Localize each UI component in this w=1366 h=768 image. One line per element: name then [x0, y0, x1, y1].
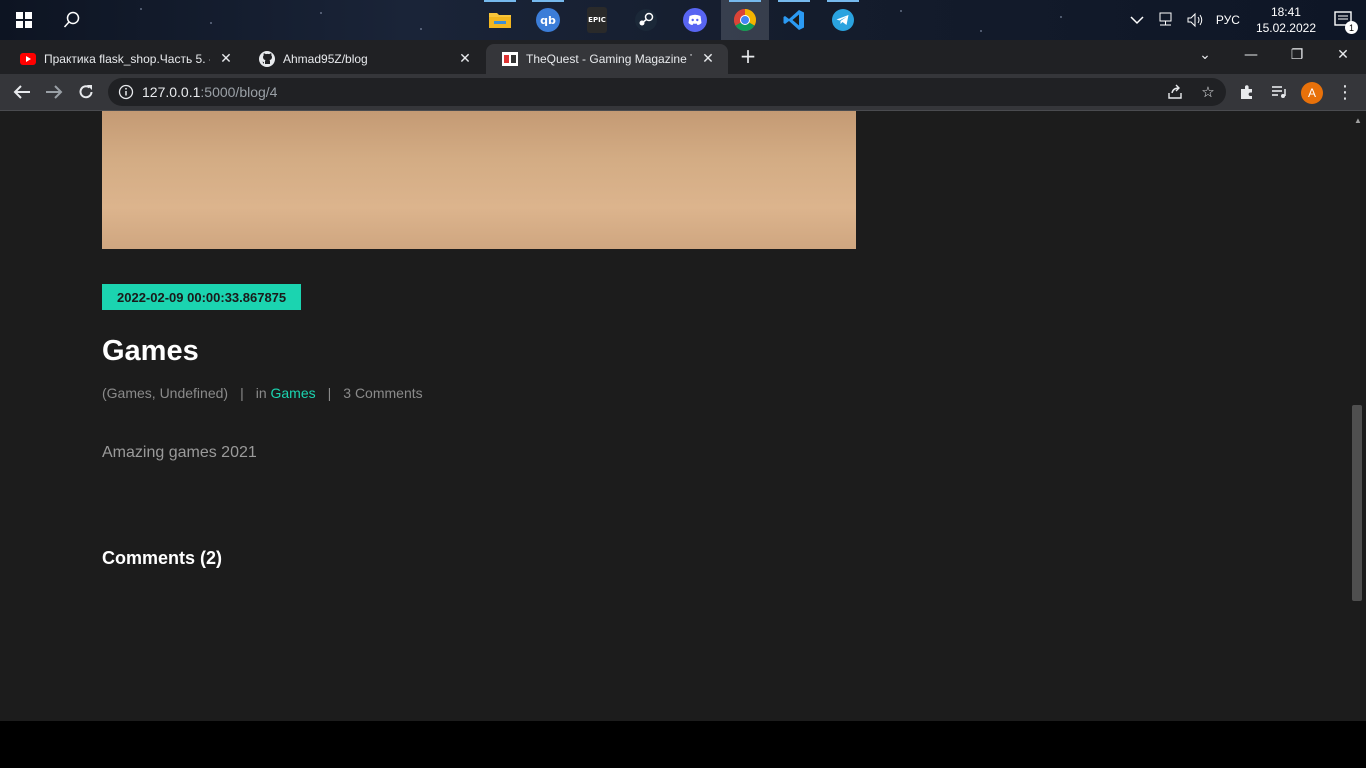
share-icon[interactable]: [1160, 78, 1190, 106]
system-tray: РУС 18:41 15.02.2022 1: [1124, 0, 1366, 40]
star-decoration: [420, 28, 422, 30]
star-decoration: [140, 8, 142, 10]
youtube-icon: [20, 51, 36, 67]
tray-clock[interactable]: 18:41 15.02.2022: [1246, 4, 1326, 36]
qbittorrent-icon: qb: [536, 8, 560, 32]
telegram-icon: [832, 9, 854, 31]
post-meta: (Games, Undefined) | in Games | 3 Commen…: [102, 385, 423, 401]
profile-avatar[interactable]: A: [1301, 82, 1323, 104]
discord-icon: [683, 8, 707, 32]
meta-separator: |: [327, 385, 332, 401]
kebab-menu-icon[interactable]: ⋮: [1331, 78, 1359, 106]
tab-github[interactable]: Ahmad95Z/blog ✕: [243, 44, 485, 74]
taskbar-telegram[interactable]: [819, 0, 867, 40]
taskbar-file-explorer[interactable]: [476, 0, 524, 40]
reload-button[interactable]: [72, 78, 100, 106]
reload-icon: [79, 85, 93, 99]
minimize-button[interactable]: —: [1228, 40, 1274, 70]
github-icon: [259, 51, 275, 67]
taskbar-qbittorrent[interactable]: qb: [524, 0, 572, 40]
forward-arrow-icon: [46, 85, 63, 99]
post-title: Games: [102, 335, 199, 367]
thequest-icon: [502, 51, 518, 67]
star-decoration: [1060, 16, 1062, 18]
tab-title: TheQuest - Gaming Magazine Te: [526, 52, 692, 66]
taskbar-chrome[interactable]: [721, 0, 769, 40]
tray-language[interactable]: РУС: [1210, 0, 1246, 40]
notification-count-badge: 1: [1345, 21, 1358, 34]
folder-icon: [489, 13, 511, 28]
window-close-button[interactable]: ✕: [1320, 40, 1366, 70]
close-icon[interactable]: ✕: [700, 51, 716, 67]
vscode-icon: [783, 10, 804, 30]
new-tab-button[interactable]: +: [736, 44, 760, 68]
post-body: Amazing games 2021: [102, 444, 257, 461]
taskbar-discord[interactable]: [671, 0, 719, 40]
forward-button[interactable]: [40, 78, 68, 106]
taskbar-epic-games[interactable]: EPIC: [573, 0, 621, 40]
restore-button[interactable]: ❐: [1274, 40, 1320, 70]
volume-icon: [1187, 12, 1203, 28]
tray-network[interactable]: [1150, 0, 1180, 40]
category-prefix: in: [255, 385, 267, 401]
steam-icon: [635, 9, 657, 31]
tab-title: Ahmad95Z/blog: [283, 52, 368, 66]
star-decoration: [320, 12, 322, 14]
clock-date: 15.02.2022: [1255, 21, 1316, 35]
browser-tabstrip: Практика flask_shop.Часть 5. - Yo ✕ Ahma…: [0, 40, 1366, 106]
media-playlist-icon[interactable]: [1265, 78, 1293, 106]
page-content: 2022-02-09 00:00:33.867875 Games (Games,…: [0, 111, 1349, 721]
chevron-up-icon: [1130, 16, 1144, 25]
chrome-icon: [734, 9, 756, 31]
scrollbar-thumb[interactable]: [1352, 405, 1362, 601]
windows-taskbar: qb EPIC РУС 18:41 15.02.2022 1: [0, 0, 1366, 40]
tray-overflow-chevron[interactable]: [1124, 0, 1150, 40]
meta-separator: |: [240, 385, 244, 401]
tray-volume[interactable]: [1180, 0, 1210, 40]
address-bar[interactable]: 127.0.0.1:5000/blog/4 ☆: [108, 78, 1226, 106]
comments-heading: Comments (2): [102, 548, 223, 568]
taskbar-search-button[interactable]: [48, 0, 96, 40]
tab-youtube[interactable]: Практика flask_shop.Часть 5. - Yo ✕: [4, 44, 246, 74]
url-host: 127.0.0.1: [142, 84, 201, 100]
post-tags: (Games, Undefined): [102, 385, 229, 401]
tab-search-chevron-icon[interactable]: ⌄: [1182, 40, 1228, 70]
close-icon[interactable]: ✕: [218, 51, 234, 67]
tab-title: Практика flask_shop.Часть 5. - Yo: [44, 52, 210, 66]
extensions-puzzle-icon[interactable]: [1233, 78, 1261, 106]
taskbar-vscode[interactable]: [770, 0, 818, 40]
star-decoration: [900, 10, 902, 12]
post-category-link[interactable]: Games: [271, 385, 316, 401]
page-bottom-area: [0, 721, 1366, 768]
taskbar-steam[interactable]: [622, 0, 670, 40]
star-decoration: [210, 22, 212, 24]
close-icon[interactable]: ✕: [457, 51, 473, 67]
start-button[interactable]: [0, 0, 48, 40]
back-button[interactable]: [8, 78, 36, 106]
back-arrow-icon: [13, 85, 30, 99]
action-center-button[interactable]: 1: [1326, 0, 1366, 40]
post-featured-image: [102, 111, 856, 249]
search-icon: [63, 11, 80, 28]
epic-games-icon: EPIC: [587, 7, 607, 33]
windows-logo-icon: [16, 12, 32, 28]
browser-toolbar: 127.0.0.1:5000/blog/4 ☆ A ⋮: [0, 74, 1366, 111]
star-decoration: [980, 30, 982, 32]
info-icon[interactable]: [118, 84, 134, 100]
post-date-badge: 2022-02-09 00:00:33.867875: [102, 284, 302, 310]
scroll-up-arrow-icon[interactable]: ▲: [1351, 114, 1365, 126]
post-comments-count[interactable]: 3 Comments: [343, 385, 422, 401]
network-icon: [1159, 12, 1172, 26]
url-path: :5000/blog/4: [200, 84, 278, 100]
tab-thequest[interactable]: TheQuest - Gaming Magazine Te ✕: [486, 44, 728, 74]
clock-time: 18:41: [1270, 5, 1301, 19]
bookmark-star-icon[interactable]: ☆: [1193, 78, 1223, 106]
